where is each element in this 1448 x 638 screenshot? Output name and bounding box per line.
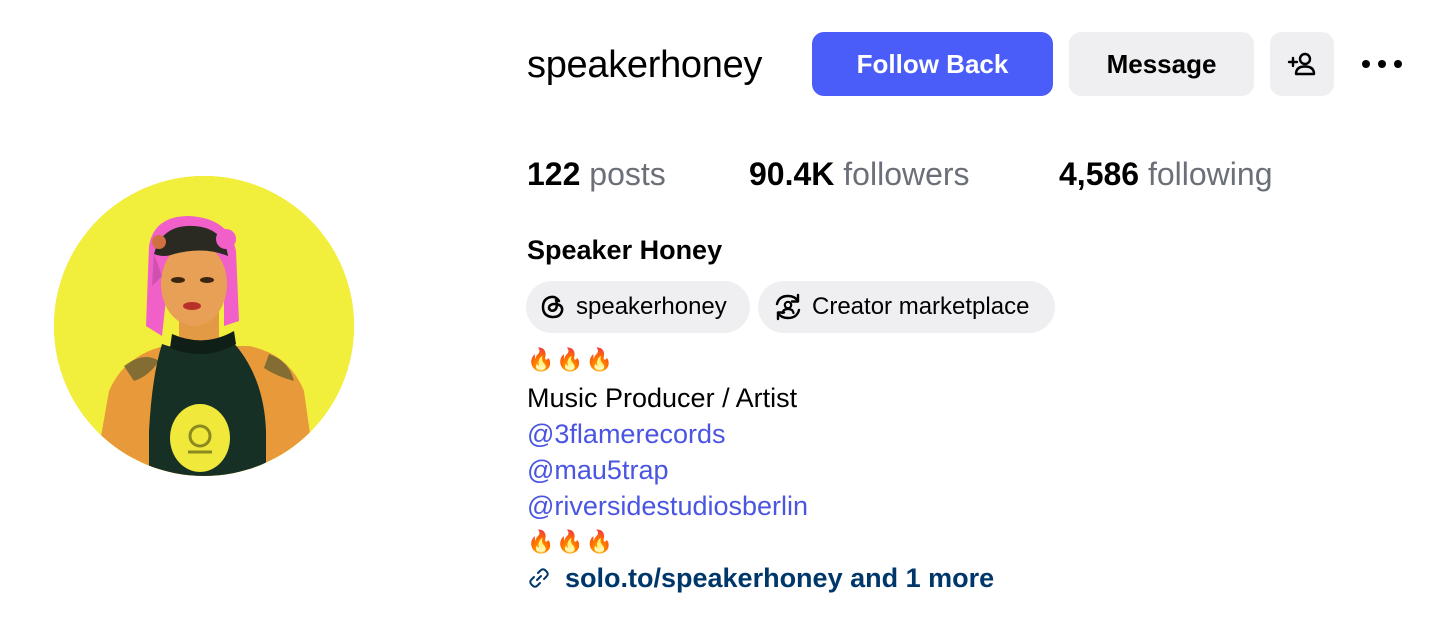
- bio-emoji-bottom: 🔥🔥🔥: [527, 529, 616, 554]
- bio-emoji-top: 🔥🔥🔥: [527, 347, 616, 372]
- external-link[interactable]: solo.to/speakerhoney and 1 more: [527, 560, 994, 596]
- threads-icon: [541, 295, 564, 319]
- profile-photo: [54, 176, 354, 476]
- creator-marketplace-icon: [775, 293, 801, 321]
- following-count: 4,586: [1059, 156, 1140, 192]
- external-link-text: solo.to/speakerhoney and 1 more: [565, 562, 995, 593]
- posts-count: 122: [527, 156, 581, 192]
- creator-marketplace-label: Creator marketplace: [812, 293, 1030, 320]
- following-label: following: [1147, 156, 1273, 192]
- posts-stat: 122 posts: [527, 155, 666, 193]
- more-dots-icon: [1362, 60, 1402, 68]
- person-plus-icon: [1287, 52, 1316, 76]
- threads-chip[interactable]: speakerhoney: [526, 281, 750, 333]
- bio-description: Music Producer / Artist: [527, 383, 798, 413]
- follow-back-button[interactable]: Follow Back: [812, 32, 1053, 96]
- bio-mention-mau5trap[interactable]: @mau5trap: [527, 452, 668, 488]
- threads-chip-label: speakerhoney: [576, 293, 727, 320]
- profile-avatar[interactable]: [54, 176, 354, 476]
- message-label: Message: [1106, 48, 1217, 79]
- follow-back-label: Follow Back: [856, 48, 1009, 79]
- followers-count: 90.4K: [749, 156, 835, 192]
- followers-stat[interactable]: 90.4K followers: [749, 155, 970, 193]
- creator-marketplace-chip[interactable]: Creator marketplace: [758, 281, 1055, 333]
- followers-label: followers: [843, 156, 970, 192]
- profile-username: speakerhoney: [527, 44, 763, 86]
- profile-full-name: Speaker Honey: [527, 235, 723, 265]
- suggested-users-button[interactable]: [1270, 32, 1334, 96]
- following-stat[interactable]: 4,586 following: [1059, 155, 1272, 193]
- bio-mention-riversidestudiosberlin[interactable]: @riversidestudiosberlin: [527, 488, 808, 524]
- message-button[interactable]: Message: [1069, 32, 1254, 96]
- link-icon: [529, 568, 549, 588]
- posts-label: posts: [589, 156, 666, 192]
- options-more-button[interactable]: [1358, 48, 1406, 80]
- bio-mention-3flamerecords[interactable]: @3flamerecords: [527, 416, 725, 452]
